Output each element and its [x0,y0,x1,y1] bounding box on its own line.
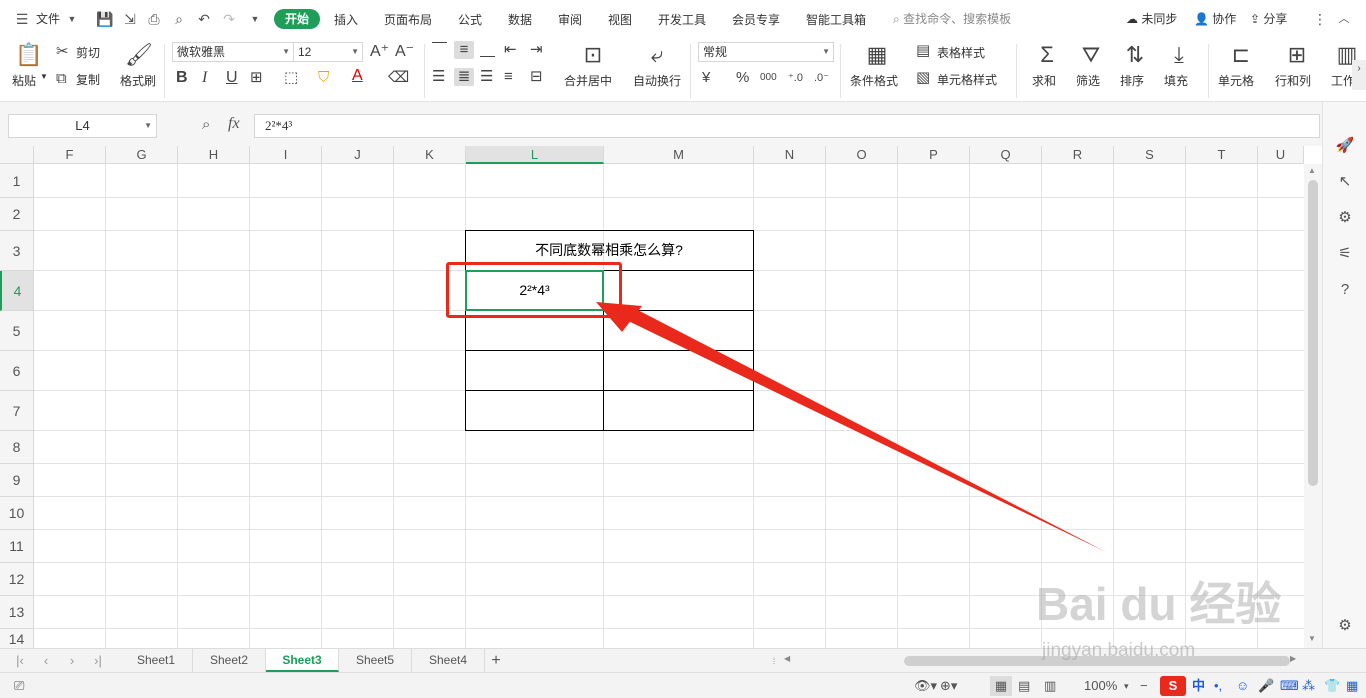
sheet-tab-sheet1[interactable]: Sheet1 [120,649,193,672]
language-icon[interactable]: ⊕▾ [940,676,957,696]
scroll-left-icon[interactable]: ◀ [784,654,790,663]
emoji-icon[interactable]: ☺ [1236,676,1249,696]
punctuation-icon[interactable]: •, [1214,676,1222,696]
status-bar: ⎚ 👁▾ ⊕▾ ▦ ▤ ▥ 100% ▾ − S 中 •, ☺ 🎤 ⌨ ⁂ 👕 … [0,672,1366,698]
gear-icon[interactable]: ⚙ [1335,616,1355,636]
sheet-tab-sheet5[interactable]: Sheet5 [339,649,412,672]
zoom-level[interactable]: 100% [1084,676,1117,696]
zoom-chevron-icon[interactable]: ▾ [1124,676,1129,696]
pointer-icon[interactable]: ↖ [1335,172,1355,192]
scroll-up-icon[interactable]: ▲ [1308,166,1316,175]
zoom-out-button[interactable]: − [1140,676,1148,696]
arrow-shaft [622,306,1106,552]
prev-sheet-icon[interactable]: ‹ [38,652,54,670]
ime-menu-icon[interactable]: ▦ [1346,676,1358,696]
settings-sliders-icon[interactable]: ⚙ [1335,208,1355,228]
ime-mode[interactable]: 中 [1192,676,1205,696]
property-icon[interactable]: ⚟ [1335,244,1355,264]
baidu-watermark: Bai du 经验 jingyan.baidu.com [1030,548,1330,668]
macro-record-icon[interactable]: ⎚ [14,676,24,696]
scroll-thumb[interactable] [1308,180,1318,486]
next-sheet-icon[interactable]: › [64,652,80,670]
page-layout-view-icon[interactable]: ▤ [1018,676,1030,696]
add-sheet-button[interactable]: + [488,652,504,670]
last-sheet-icon[interactable]: ›| [90,652,106,670]
rocket-icon[interactable]: 🚀 [1335,136,1355,156]
watermark-brand: Bai du 经验 [1036,578,1282,630]
skin-icon[interactable]: 👕 [1324,676,1340,696]
first-sheet-icon[interactable]: |‹ [12,652,28,670]
page-break-view-icon[interactable]: ▥ [1044,676,1056,696]
ime-logo-icon[interactable]: S [1160,676,1186,696]
tools-icon[interactable]: ⁂ [1302,676,1315,696]
eye-protection-icon[interactable]: 👁▾ [914,676,937,696]
help-icon[interactable]: ? [1335,280,1355,300]
spreadsheet-window: ☰ 文件 ▼ 💾 ⇲ ⎙ ⌕ ↶ ↷ ▼ 开始 插入 页面布局 公式 数据 审阅… [0,0,1366,698]
sheet-tab-sheet4[interactable]: Sheet4 [412,649,485,672]
watermark-url: jingyan.baidu.com [1042,640,1196,661]
keyboard-icon[interactable]: ⌨ [1280,676,1299,696]
sheet-tab-sheet3[interactable]: Sheet3 [266,649,339,672]
normal-view-icon[interactable]: ▦ [990,676,1012,696]
microphone-icon[interactable]: 🎤 [1258,676,1274,696]
sheet-tab-sheet2[interactable]: Sheet2 [193,649,266,672]
